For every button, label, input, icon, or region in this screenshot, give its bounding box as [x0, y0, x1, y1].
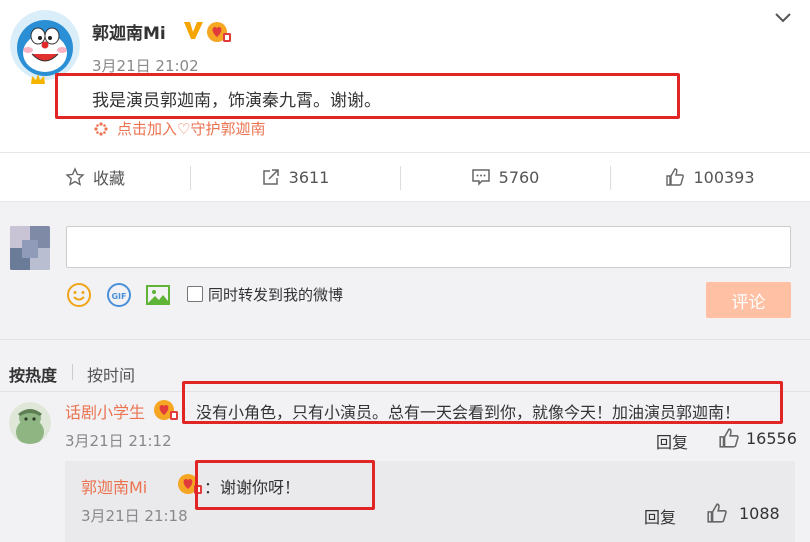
verified-v-icon	[182, 19, 204, 41]
vip-crown-icon	[30, 70, 46, 84]
reply-like-count: 1088	[739, 504, 780, 523]
reply-text: ：谢谢你呀！	[204, 478, 301, 497]
reply-time: 3月21日 21:18	[81, 507, 188, 525]
repost-button[interactable]: 3611	[190, 153, 400, 201]
divider	[0, 391, 810, 392]
author-name[interactable]: 郭迦南Mi	[92, 19, 166, 44]
like-count: 100393	[693, 167, 755, 187]
share-icon	[262, 169, 279, 185]
svg-text:GIF: GIF	[111, 292, 126, 301]
comment-icon	[471, 169, 490, 186]
thumbs-up-icon	[666, 168, 685, 186]
comment-time: 3月21日 21:12	[65, 432, 172, 450]
sort-divider	[72, 364, 73, 380]
reply-reply-button[interactable]: 回复	[644, 504, 676, 528]
fan-badge-icon[interactable]	[177, 472, 203, 496]
comment-count: 5760	[498, 167, 540, 187]
comment-button[interactable]: 5760	[400, 153, 610, 201]
like-button[interactable]: 100393	[610, 153, 810, 201]
image-icon[interactable]	[145, 282, 171, 308]
thumbs-up-icon[interactable]	[706, 502, 728, 524]
sort-by-hot-tab[interactable]: 按热度	[9, 362, 57, 386]
star-icon	[65, 167, 85, 186]
fan-badge-icon[interactable]	[206, 20, 232, 44]
submit-comment-button[interactable]: 评论	[706, 282, 791, 318]
commenter-avatar[interactable]	[9, 402, 51, 444]
my-avatar[interactable]	[10, 226, 50, 270]
post-time[interactable]: 3月21日 21:02	[92, 55, 199, 76]
gif-icon[interactable]: GIF	[106, 282, 132, 308]
post-action-bar: 收藏 3611 5760 100393	[0, 152, 810, 202]
comment-input[interactable]	[66, 226, 791, 268]
sort-by-time-tab[interactable]: 按时间	[87, 362, 135, 386]
thumbs-up-icon[interactable]	[718, 427, 740, 449]
forward-checkbox[interactable]	[187, 286, 203, 302]
join-guard-link[interactable]: 点击加入♡守护郭迦南	[117, 118, 265, 139]
emoji-icon[interactable]	[66, 282, 92, 308]
sparkle-icon	[94, 121, 108, 136]
comment-text: ：没有小角色，只有小演员。总有一天会看到你，就像今天！加油演员郭迦南！	[180, 403, 741, 422]
post-content: 我是演员郭迦南，饰演秦九霄。谢谢。	[92, 91, 381, 111]
favorite-label: 收藏	[92, 169, 125, 188]
comment-reply-button[interactable]: 回复	[656, 429, 688, 453]
forward-label: 同时转发到我的微博	[208, 286, 344, 304]
repost-count: 3611	[288, 167, 330, 187]
reply-author-name[interactable]: 郭迦南Mi	[81, 474, 147, 498]
favorite-button[interactable]: 收藏	[0, 153, 190, 201]
divider	[0, 339, 810, 340]
reply-box	[65, 461, 795, 542]
fan-badge-icon[interactable]	[153, 398, 179, 422]
chevron-down-icon[interactable]	[774, 10, 792, 24]
comment-like-count: 16556	[746, 429, 797, 448]
weibo-post: 郭迦南Mi 3月21日 21:02 我是演员郭迦南，饰演秦九霄。谢谢。 点击加入…	[0, 0, 810, 152]
commenter-name[interactable]: 话剧小学生	[65, 399, 145, 423]
